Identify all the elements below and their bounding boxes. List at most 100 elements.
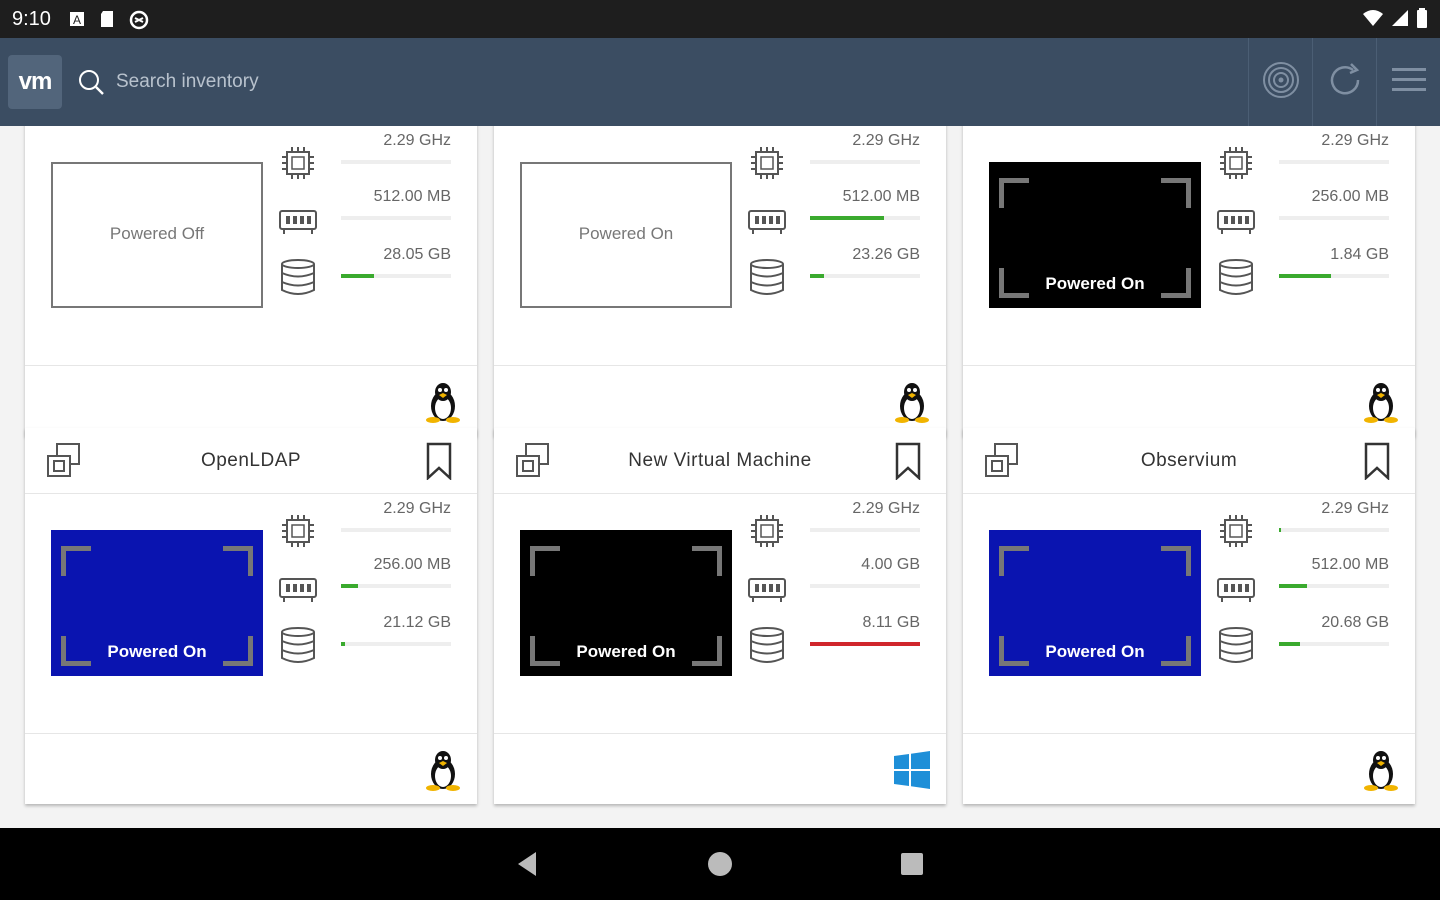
- storage-icon: [748, 626, 786, 664]
- vm-name: New Virtual Machine: [628, 449, 812, 471]
- signal-icon: [1390, 8, 1410, 34]
- recents-icon[interactable]: [898, 850, 926, 878]
- mem-metric: 512.00 MB: [810, 188, 920, 220]
- console-thumbnail[interactable]: Powered On: [989, 530, 1201, 676]
- disk-metric: 1.84 GB: [1279, 246, 1389, 278]
- cpu-icon: [1217, 144, 1255, 182]
- console-thumbnail[interactable]: Powered On: [989, 162, 1201, 308]
- disk-metric: 20.68 GB: [1279, 614, 1389, 646]
- disk-usage-fill: [1279, 642, 1300, 646]
- console-corner: [223, 546, 253, 576]
- disk-value: 21.12 GB: [383, 614, 451, 631]
- disk-metric: 21.12 GB: [341, 614, 451, 646]
- console-thumbnail[interactable]: Powered On: [51, 530, 263, 676]
- disk-usage-fill: [341, 274, 374, 278]
- vm-card[interactable]: Powered Off 2.29 GHz 512.00 MB 28.05 GB: [25, 126, 477, 436]
- memory-icon: [1217, 202, 1255, 240]
- disk-metric: 8.11 GB: [810, 614, 920, 646]
- mem-usage-bar: [1279, 216, 1389, 220]
- cpu-value: 2.29 GHz: [383, 500, 451, 517]
- console-thumbnail[interactable]: Powered Off: [51, 162, 263, 308]
- vm-card-body: Powered On 2.29 GHz 512.00 MB 23.26 GB: [494, 126, 946, 366]
- memory-icon: [279, 570, 317, 608]
- cpu-usage-bar: [810, 160, 920, 164]
- cpu-value: 2.29 GHz: [852, 132, 920, 149]
- refresh-icon: [1326, 61, 1364, 104]
- memory-icon: [748, 202, 786, 240]
- mem-usage-fill: [810, 216, 884, 220]
- cpu-usage-bar: [1279, 160, 1389, 164]
- linux-os-icon: [892, 380, 932, 424]
- vm-name: Observium: [1140, 449, 1238, 471]
- memory-icon: [1217, 570, 1255, 608]
- cpu-usage-bar: [1279, 528, 1389, 532]
- linux-os-icon: [1361, 380, 1401, 424]
- search-input[interactable]: [116, 62, 716, 102]
- mem-value: 512.00 MB: [1311, 556, 1389, 573]
- console-thumbnail[interactable]: Powered On: [520, 162, 732, 308]
- disk-usage-fill: [810, 642, 920, 646]
- cpu-icon: [279, 512, 317, 550]
- menu-icon: [1391, 66, 1426, 99]
- app-header: vm: [0, 38, 1440, 126]
- mem-metric: 512.00 MB: [341, 188, 451, 220]
- disk-metric: 23.26 GB: [810, 246, 920, 278]
- mem-usage-bar: [341, 584, 451, 588]
- vm-card-footer: [963, 734, 1415, 804]
- bookmark-icon[interactable]: [1363, 442, 1391, 481]
- power-state: Powered On: [1045, 274, 1145, 293]
- refresh-button[interactable]: [1312, 38, 1376, 126]
- console-corner: [1161, 178, 1191, 208]
- cpu-value: 2.29 GHz: [1321, 500, 1389, 517]
- disk-usage-bar: [810, 274, 920, 278]
- mem-value: 512.00 MB: [373, 188, 451, 205]
- vm-card-body: Powered On 2.29 GHz 512.00 MB 20.68 GB: [963, 494, 1415, 734]
- power-state: Powered On: [107, 642, 207, 661]
- power-state: Powered Off: [109, 224, 205, 243]
- mem-usage-fill: [1279, 584, 1307, 588]
- windows-os-icon: [892, 748, 932, 792]
- power-state: Powered On: [576, 642, 676, 661]
- home-icon[interactable]: [706, 850, 734, 878]
- vm-card-header: OpenLDAP: [25, 428, 477, 494]
- cpu-icon: [748, 512, 786, 550]
- linux-os-icon: [1361, 748, 1401, 792]
- storage-icon: [1217, 258, 1255, 296]
- console-thumbnail[interactable]: Powered On: [520, 530, 732, 676]
- memory-icon: [279, 202, 317, 240]
- linux-os-icon: [423, 380, 463, 424]
- back-icon[interactable]: [514, 850, 542, 878]
- console-corner: [999, 178, 1029, 208]
- cpu-usage-bar: [341, 528, 451, 532]
- vm-card[interactable]: New Virtual Machine Powered On 2.29 GHz …: [494, 428, 946, 804]
- console-corner: [61, 546, 91, 576]
- mem-metric: 512.00 MB: [1279, 556, 1389, 588]
- wifi-icon: [1362, 8, 1384, 34]
- mem-usage-fill: [341, 584, 358, 588]
- cpu-value: 2.29 GHz: [1321, 132, 1389, 149]
- system-nav-bar: [0, 828, 1440, 900]
- mem-metric: 256.00 MB: [341, 556, 451, 588]
- console-corner: [1161, 546, 1191, 576]
- battery-icon: [1416, 8, 1428, 34]
- vm-name: OpenLDAP: [200, 449, 302, 471]
- cpu-usage-bar: [341, 160, 451, 164]
- menu-button[interactable]: [1376, 38, 1440, 126]
- mem-usage-bar: [341, 216, 451, 220]
- mem-usage-bar: [810, 216, 920, 220]
- vm-card[interactable]: Powered On 2.29 GHz 512.00 MB 23.26 GB: [494, 126, 946, 436]
- vm-card-header: New Virtual Machine: [494, 428, 946, 494]
- bookmark-icon[interactable]: [425, 442, 453, 481]
- vm-card[interactable]: Observium Powered On 2.29 GHz 512.00 MB …: [963, 428, 1415, 804]
- radar-button[interactable]: [1248, 38, 1312, 126]
- cpu-usage-fill: [1279, 528, 1282, 532]
- bookmark-icon[interactable]: [894, 442, 922, 481]
- vm-card-footer: [25, 366, 477, 436]
- search-icon[interactable]: [76, 67, 106, 97]
- virtual-machine-icon: [983, 442, 1021, 480]
- svg-text:A: A: [73, 13, 81, 27]
- vmware-logo[interactable]: vm: [8, 55, 62, 109]
- vm-card[interactable]: OpenLDAP Powered On 2.29 GHz 256.00 MB 2…: [25, 428, 477, 804]
- cpu-metric: 2.29 GHz: [341, 132, 451, 164]
- vm-card[interactable]: Powered On 2.29 GHz 256.00 MB 1.84 GB: [963, 126, 1415, 436]
